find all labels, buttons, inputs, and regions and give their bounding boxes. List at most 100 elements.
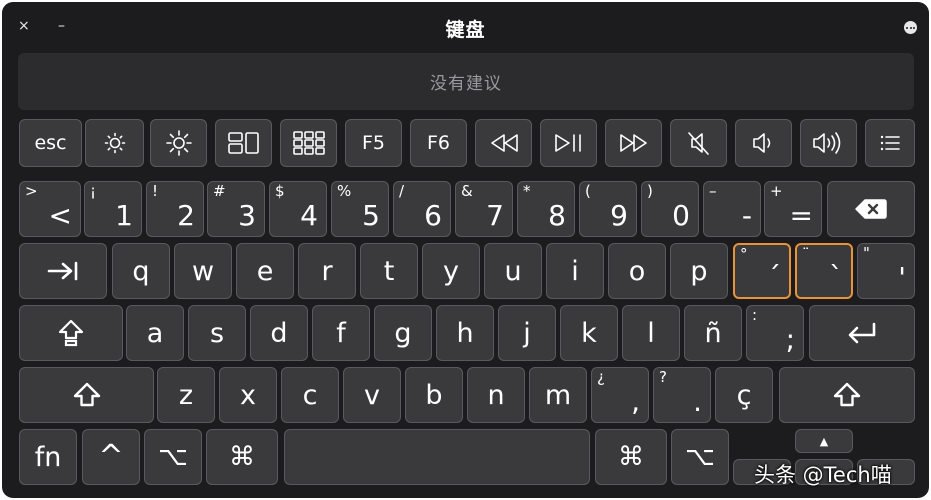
fn-label: fn: [34, 441, 62, 473]
equals-key[interactable]: + =: [764, 181, 822, 237]
right-shift-key[interactable]: [779, 367, 915, 423]
quote-key[interactable]: " ': [857, 243, 915, 299]
key-5-main-label: 5: [362, 199, 380, 232]
key-d[interactable]: d: [250, 305, 308, 361]
period-key[interactable]: ?.: [653, 367, 711, 423]
launchpad-key[interactable]: [280, 119, 337, 167]
arrow-up-key[interactable]: ▲: [795, 429, 853, 453]
key-b[interactable]: b: [405, 367, 463, 423]
comma-key[interactable]: ¿,: [591, 367, 649, 423]
key-6[interactable]: /6: [393, 181, 451, 237]
semicolon-key[interactable]: :;: [746, 305, 804, 361]
key-9[interactable]: (9: [579, 181, 637, 237]
key-3[interactable]: #3: [207, 181, 265, 237]
key-8[interactable]: * 8: [517, 181, 575, 237]
key-1[interactable]: ¡ 1: [84, 181, 142, 237]
key-4[interactable]: $4: [269, 181, 327, 237]
key-i[interactable]: i: [546, 243, 604, 299]
mute-key[interactable]: [670, 119, 727, 167]
caps-lock-key[interactable]: [19, 305, 123, 361]
mission-control-key[interactable]: [215, 119, 272, 167]
key-z[interactable]: z: [157, 367, 215, 423]
key-5[interactable]: % 5: [331, 181, 389, 237]
key-s[interactable]: s: [188, 305, 246, 361]
key-n-label: n: [487, 379, 505, 411]
key-p[interactable]: p: [670, 243, 728, 299]
key-u[interactable]: u: [484, 243, 542, 299]
brightness-up-key[interactable]: [150, 119, 207, 167]
key-w[interactable]: w: [174, 243, 232, 299]
key-e[interactable]: e: [236, 243, 294, 299]
key-9-main-label: 9: [610, 199, 628, 232]
delete-key[interactable]: [827, 181, 915, 237]
control-key[interactable]: ^: [82, 429, 140, 485]
key-7[interactable]: & 7: [455, 181, 513, 237]
key-v-label: v: [364, 379, 380, 411]
key-g-label: g: [394, 317, 412, 349]
key-o[interactable]: o: [608, 243, 666, 299]
key-r[interactable]: r: [298, 243, 356, 299]
ring-accent-main-label: ´: [767, 260, 781, 293]
play-pause-key[interactable]: [540, 119, 597, 167]
brightness-down-key[interactable]: [85, 119, 144, 167]
key-y[interactable]: y: [422, 243, 480, 299]
grave-accent-key[interactable]: ¨ `: [795, 243, 853, 299]
delete-backward-icon: [828, 182, 914, 236]
return-key[interactable]: [809, 305, 915, 361]
fn-key[interactable]: fn: [19, 429, 77, 485]
rewind-key[interactable]: [475, 119, 532, 167]
launchpad-icon: [281, 120, 336, 166]
key-q[interactable]: q: [112, 243, 170, 299]
key-f[interactable]: f: [312, 305, 370, 361]
volume-down-key[interactable]: [735, 119, 792, 167]
key-n[interactable]: n: [467, 367, 525, 423]
suggestion-bar: 没有建议: [18, 53, 914, 110]
key-p-label: p: [690, 255, 708, 287]
less-than-key[interactable]: > <: [19, 181, 81, 237]
keyboard-viewer-window: × – 键盘 没有建议 esc F5 F6 > < ¡ 1! 2 #3 $4% 5/6 & 7 * 8(9)…: [2, 2, 929, 498]
key-k[interactable]: k: [560, 305, 618, 361]
volume-up-key[interactable]: [800, 119, 857, 167]
left-shift-key[interactable]: [19, 367, 154, 423]
key-m[interactable]: m: [529, 367, 587, 423]
space-bar[interactable]: [284, 429, 590, 485]
key-6-shift-label: /: [399, 182, 405, 200]
f5-key[interactable]: F5: [345, 119, 402, 167]
key-v[interactable]: v: [343, 367, 401, 423]
tab-key[interactable]: [19, 243, 107, 299]
key-t[interactable]: t: [360, 243, 418, 299]
key-c-cedilla[interactable]: ç: [715, 367, 773, 423]
left-option-key[interactable]: ⌥: [144, 429, 202, 485]
key-0-main-label: 0: [672, 199, 690, 232]
esc-key[interactable]: esc: [19, 119, 82, 167]
watermark: 头条 @Tech喵: [754, 463, 892, 487]
key-a[interactable]: a: [126, 305, 184, 361]
menu-key[interactable]: [865, 119, 915, 167]
key-g[interactable]: g: [374, 305, 432, 361]
key-j[interactable]: j: [498, 305, 556, 361]
key-c-cedilla-label: ç: [736, 379, 752, 411]
ellipsis-circle-icon[interactable]: [904, 21, 917, 34]
right-command-key[interactable]: ⌘: [595, 429, 667, 485]
minus-key[interactable]: – -: [703, 181, 761, 237]
key-x[interactable]: x: [219, 367, 277, 423]
key-z-label: z: [178, 379, 194, 411]
key-h[interactable]: h: [436, 305, 494, 361]
key-t-label: t: [383, 255, 395, 287]
key-8-main-label: 8: [548, 199, 566, 232]
left-command-key[interactable]: ⌘: [206, 429, 278, 485]
minus-shift-label: –: [709, 182, 717, 200]
ring-accent-key[interactable]: ° ´: [733, 243, 791, 299]
volume-down-icon: [736, 120, 791, 166]
right-option-key[interactable]: ⌥: [671, 429, 729, 485]
key-n-tilde[interactable]: ñ: [684, 305, 742, 361]
key-4-shift-label: $: [275, 182, 285, 200]
fast-forward-key[interactable]: [605, 119, 662, 167]
key-2[interactable]: ! 2: [146, 181, 204, 237]
key-l[interactable]: l: [622, 305, 680, 361]
key-c[interactable]: c: [281, 367, 339, 423]
f6-key[interactable]: F6: [410, 119, 467, 167]
key-3-shift-label: #: [213, 182, 226, 200]
key-0[interactable]: ) 0: [641, 181, 699, 237]
key-9-shift-label: (: [585, 182, 591, 200]
